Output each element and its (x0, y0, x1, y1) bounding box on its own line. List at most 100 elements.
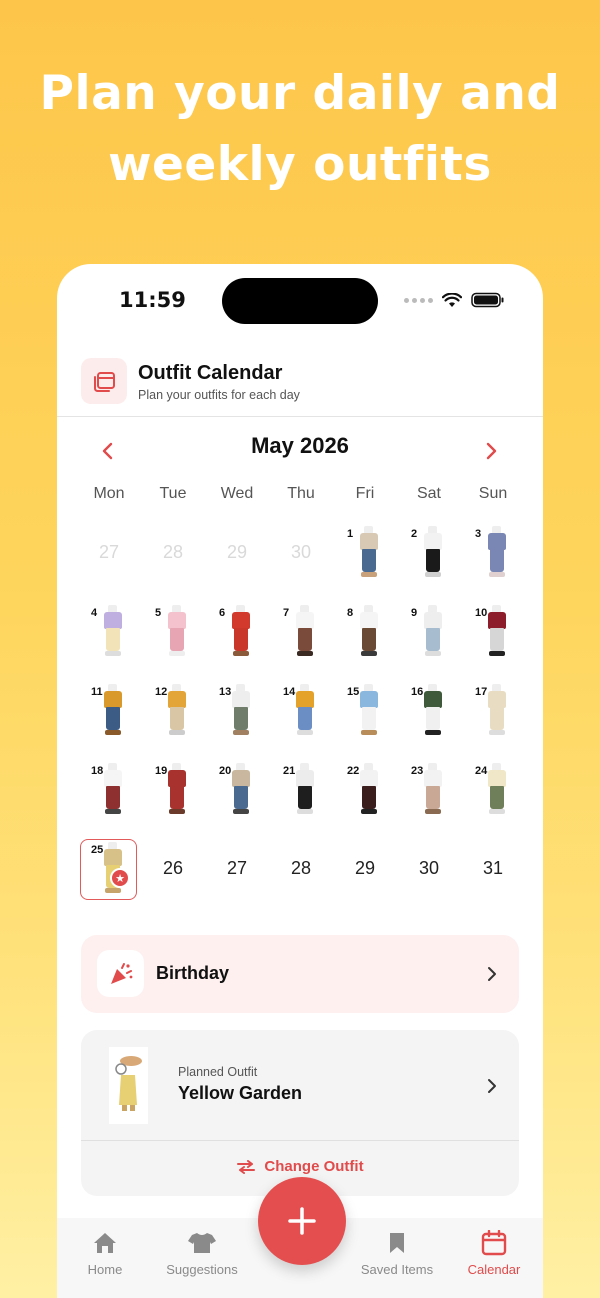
divider (81, 1140, 519, 1141)
phone-screen: 11:59 Outfit Calendar Plan your outfits … (57, 264, 543, 1298)
weekday-label: Thu (287, 485, 315, 502)
day-number: 18 (91, 765, 104, 777)
calendar-day-23[interactable]: 23 (397, 755, 461, 834)
outfit-thumbnail (358, 684, 380, 736)
calendar-day-21[interactable]: 21 (269, 755, 333, 834)
calendar-day-31[interactable]: 31 (461, 834, 525, 913)
calendar-day-6[interactable]: 6 (205, 597, 269, 676)
day-number: 29 (226, 542, 248, 562)
change-outfit-label: Change Outfit (264, 1158, 364, 1175)
calendar-day-26[interactable]: 26 (141, 834, 205, 913)
calendar-day-11[interactable]: 11 (77, 676, 141, 755)
signal-icon (404, 297, 433, 303)
calendar-day-27[interactable]: 27 (205, 834, 269, 913)
plus-icon (288, 1207, 316, 1235)
add-outfit-button[interactable] (258, 1177, 346, 1265)
calendar-day-29[interactable]: 29 (333, 834, 397, 913)
day-number: 3 (475, 528, 482, 540)
day-number: 28 (290, 858, 312, 878)
tab-saved-items[interactable]: Saved Items (349, 1228, 445, 1277)
day-number: 14 (283, 686, 296, 698)
outfit-thumbnail (422, 605, 444, 657)
shirt-icon (188, 1233, 216, 1253)
chevron-right-icon[interactable] (485, 1076, 499, 1096)
calendar-day-13[interactable]: 13 (205, 676, 269, 755)
day-number: 9 (411, 607, 418, 619)
calendar-day-16[interactable]: 16 (397, 676, 461, 755)
calendar-day-24[interactable]: 24 (461, 755, 525, 834)
outfit-thumbnail (486, 605, 508, 657)
party-popper-icon (110, 962, 132, 984)
weekday-label: Sun (478, 485, 508, 502)
calendar-day-9[interactable]: 9 (397, 597, 461, 676)
calendar-day-17[interactable]: 17 (461, 676, 525, 755)
calendar-day-18[interactable]: 18 (77, 755, 141, 834)
day-number: 2 (411, 528, 418, 540)
calendar-day-28[interactable]: 28 (269, 834, 333, 913)
day-number: 17 (475, 686, 488, 698)
day-number: 12 (155, 686, 168, 698)
chevron-right-icon (486, 442, 497, 460)
calendar-day-15[interactable]: 15 (333, 676, 397, 755)
headline-line-1: Plan your daily and (39, 66, 561, 121)
bookmark-icon (390, 1233, 404, 1253)
outfit-thumbnail (422, 526, 444, 578)
outfit-thumbnail (166, 605, 188, 657)
calendar-day-10[interactable]: 10 (461, 597, 525, 676)
calendar-day-25[interactable]: 25 ★ (77, 834, 141, 913)
calendar-week-row: 11 12 13 14 15 16 17 (77, 676, 525, 755)
calendar-day-1[interactable]: 1 (333, 518, 397, 597)
calendar-week-row: 18 19 20 21 22 23 24 (77, 755, 525, 834)
weekday-label: Sat (416, 485, 441, 502)
calendar-day-5[interactable]: 5 (141, 597, 205, 676)
day-number: 30 (418, 858, 440, 878)
tab-home-label: Home (87, 1262, 123, 1277)
calendar-icon (481, 1230, 507, 1256)
day-number: 28 (162, 542, 184, 562)
calendar-day-12[interactable]: 12 (141, 676, 205, 755)
calendar-day-20[interactable]: 20 (205, 755, 269, 834)
calendar-day-8[interactable]: 8 (333, 597, 397, 676)
calendar-day-2[interactable]: 2 (397, 518, 461, 597)
outfit-thumbnail (166, 684, 188, 736)
tab-suggestions[interactable]: Suggestions (154, 1228, 250, 1277)
outfit-thumbnail (358, 526, 380, 578)
day-number: 7 (283, 607, 290, 619)
calendar-day-7[interactable]: 7 (269, 597, 333, 676)
next-month-button[interactable] (477, 436, 507, 466)
tab-home[interactable]: Home (57, 1228, 153, 1277)
planned-outfit-thumbnail[interactable] (109, 1047, 148, 1124)
battery-icon (471, 292, 504, 308)
calendar-day-22[interactable]: 22 (333, 755, 397, 834)
event-card-birthday[interactable]: Birthday (81, 935, 519, 1013)
calendar-grid: 27 28 29 30 1 2 3 4 5 6 7 8 9 10 11 12 13 14 15 16 17 18 19 20 2… (77, 518, 525, 913)
status-time: 11:59 (119, 288, 186, 312)
day-number: 1 (347, 528, 354, 540)
calendar-day-28-outside: 28 (141, 518, 205, 597)
home-icon (94, 1233, 116, 1253)
change-outfit-button[interactable]: Change Outfit (81, 1158, 519, 1175)
day-number: 5 (155, 607, 162, 619)
tab-calendar-label: Calendar (467, 1262, 521, 1277)
day-number: 15 (347, 686, 360, 698)
day-number: 13 (219, 686, 232, 698)
outfit-thumbnail (294, 605, 316, 657)
swap-arrows-icon (237, 1159, 256, 1174)
calendar-week-row: 25 ★ 26 27 28 29 30 31 (77, 834, 525, 913)
planned-outfit-card: Planned Outfit Yellow Garden Change Outf… (81, 1030, 519, 1196)
event-label: Birthday (156, 963, 230, 983)
day-number: 29 (354, 858, 376, 878)
calendar-day-27-outside: 27 (77, 518, 141, 597)
calendar-day-30[interactable]: 30 (397, 834, 461, 913)
calendar-day-4[interactable]: 4 (77, 597, 141, 676)
calendar-day-19[interactable]: 19 (141, 755, 205, 834)
calendar-day-14[interactable]: 14 (269, 676, 333, 755)
weekday-header: Mon Tue Wed Thu Fri Sat Sun (77, 485, 525, 503)
tab-calendar[interactable]: Calendar (446, 1228, 542, 1277)
day-number: 11 (91, 686, 103, 698)
calendar-header-icon (81, 358, 127, 404)
calendar-day-3[interactable]: 3 (461, 518, 525, 597)
month-label: May 2026 (251, 433, 349, 458)
outfit-thumbnail (486, 763, 508, 815)
event-icon (97, 950, 144, 997)
